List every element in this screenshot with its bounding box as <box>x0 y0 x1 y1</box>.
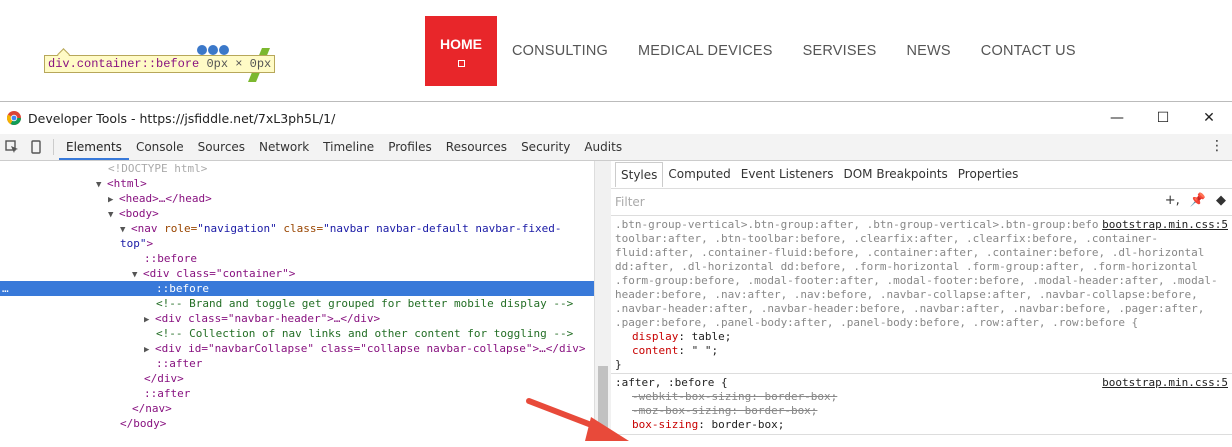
declaration-moz-box-sizing[interactable]: -moz-box-sizing: border-box; <box>615 404 1228 418</box>
styles-pane: Styles Computed Event Listeners DOM Brea… <box>611 161 1232 435</box>
tab-resources[interactable]: Resources <box>439 134 514 160</box>
chrome-icon <box>7 111 21 125</box>
styles-filter[interactable]: Filter +, 📌 ◆ <box>611 189 1232 216</box>
declaration-webkit-box-sizing[interactable]: -webkit-box-sizing: border-box; <box>615 390 1228 404</box>
window-controls: — ☐ ✕ <box>1094 102 1232 134</box>
dom-node-nav[interactable]: ▼ <nav role="navigation" class="navbar na… <box>0 221 594 236</box>
devtools-tabbar: Elements Console Sources Network Timelin… <box>0 134 1232 161</box>
new-style-rule-icon[interactable]: +, <box>1165 193 1180 208</box>
mobile-device-icon <box>31 140 41 154</box>
dom-node-body-close[interactable]: </body> <box>0 416 594 431</box>
tab-audits[interactable]: Audits <box>577 134 629 160</box>
tooltip-size: 0px × 0px <box>206 57 272 71</box>
device-mode-button[interactable] <box>24 134 48 160</box>
subtab-dom-breakpoints[interactable]: DOM Breakpoints <box>838 161 952 188</box>
tab-profiles[interactable]: Profiles <box>381 134 439 160</box>
dom-node-head[interactable]: ▶ <head>…</head> <box>0 191 594 206</box>
dom-node-nav-close[interactable]: </nav> <box>0 401 594 416</box>
dom-node-doctype[interactable]: <!DOCTYPE html> <box>0 161 594 176</box>
dom-tree: <!DOCTYPE html> ▼ <html> ▶ <head>…</head> … <box>0 161 594 432</box>
rule-close-brace: } <box>615 358 622 371</box>
tab-console[interactable]: Console <box>129 134 191 160</box>
declaration-display[interactable]: display: table; <box>615 330 1228 344</box>
nav-item-servises[interactable]: SERVISES <box>803 43 877 59</box>
dom-comment-brand[interactable]: <!-- Brand and toggle get grouped for be… <box>0 296 594 311</box>
dom-node-container[interactable]: ▼ <div class="container"> <box>0 266 594 281</box>
inspect-icon <box>5 140 18 153</box>
inspect-tooltip: div.container::before 0px × 0px <box>44 55 276 73</box>
tab-timeline[interactable]: Timeline <box>316 134 381 160</box>
pin-icon[interactable]: 📌 <box>1190 193 1206 208</box>
styles-toolbar: +, 📌 ◆ <box>1165 193 1226 208</box>
dom-node-container-before-selected[interactable]: …::before <box>0 281 594 296</box>
devtools-titlebar: Developer Tools - https://jsfiddle.net/7… <box>0 102 1232 134</box>
dom-node-nav-cont[interactable]: top"> <box>0 236 594 251</box>
devtools-title: Developer Tools - https://jsfiddle.net/7… <box>28 110 336 126</box>
dom-tree-scrollbar[interactable] <box>594 161 611 432</box>
close-button[interactable]: ✕ <box>1186 102 1232 134</box>
tab-sources[interactable]: Sources <box>191 134 252 160</box>
toolbar-divider <box>53 139 54 155</box>
tab-elements[interactable]: Elements <box>59 134 129 160</box>
dom-comment-collection[interactable]: <!-- Collection of nav links and other c… <box>0 326 594 341</box>
filter-input[interactable]: Filter <box>615 195 645 209</box>
dom-node-container-after[interactable]: ::after <box>0 356 594 371</box>
dom-node-div-close[interactable]: </div> <box>0 371 594 386</box>
site-logo[interactable] <box>196 40 230 55</box>
more-options-icon[interactable]: ⋮ <box>1210 138 1224 154</box>
subtab-event-listeners[interactable]: Event Listeners <box>736 161 839 188</box>
dom-node-html[interactable]: ▼ <html> <box>0 176 594 191</box>
tab-security[interactable]: Security <box>514 134 577 160</box>
rule-source-link[interactable]: bootstrap.min.css:5 <box>1098 218 1228 231</box>
annotation-arrow-icon <box>526 398 629 441</box>
declaration-box-sizing[interactable]: box-sizing: border-box; <box>615 418 1228 432</box>
subtab-properties[interactable]: Properties <box>953 161 1024 188</box>
nav-item-news[interactable]: NEWS <box>906 43 950 59</box>
dom-node-body[interactable]: ▼ <body> <box>0 206 594 221</box>
minimize-button[interactable]: — <box>1094 102 1140 134</box>
declaration-content[interactable]: content: " "; <box>615 344 1228 358</box>
style-rule-clearfix: bootstrap.min.css:5 .btn-group-vertical>… <box>611 216 1232 374</box>
subtab-computed[interactable]: Computed <box>663 161 735 188</box>
nav-home-marker-icon <box>457 59 465 67</box>
dom-node-nav-after[interactable]: ::after <box>0 386 594 401</box>
nav-item-consulting[interactable]: CONSULTING <box>512 43 608 59</box>
rule-source-link[interactable]: bootstrap.min.css:5 <box>1098 376 1228 389</box>
maximize-button[interactable]: ☐ <box>1140 102 1186 134</box>
styles-subtabs: Styles Computed Event Listeners DOM Brea… <box>611 161 1232 189</box>
inspect-element-button[interactable] <box>0 134 24 160</box>
tab-network[interactable]: Network <box>252 134 316 160</box>
devtools-window: Developer Tools - https://jsfiddle.net/7… <box>0 101 1232 441</box>
nav-item-contact-us[interactable]: CONTACT US <box>981 43 1076 59</box>
nav-home-label: HOME <box>440 35 482 52</box>
style-rule-universal: bootstrap.min.css:5 :after, :before { -w… <box>611 374 1232 435</box>
subtab-styles[interactable]: Styles <box>615 162 664 187</box>
site-nav: HOME CONSULTING MEDICAL DEVICES SERVISES… <box>425 16 1106 86</box>
dom-node-nav-before[interactable]: ::before <box>0 251 594 266</box>
nav-item-medical-devices[interactable]: MEDICAL DEVICES <box>638 43 773 59</box>
dom-node-navbar-collapse[interactable]: ▶ <div id="navbarCollapse" class="collaps… <box>0 341 594 356</box>
dom-node-navbar-header[interactable]: ▶ <div class="navbar-header">…</div> <box>0 311 594 326</box>
tooltip-selector: div.container::before <box>48 57 200 71</box>
rule-selector[interactable]: .btn-group-vertical>.btn-group:after, .b… <box>615 218 1228 330</box>
nav-home[interactable]: HOME <box>425 16 497 86</box>
website-preview: div.container::before 0px × 0px HOME CON… <box>0 0 1232 101</box>
element-state-icon[interactable]: ◆ <box>1216 193 1226 208</box>
